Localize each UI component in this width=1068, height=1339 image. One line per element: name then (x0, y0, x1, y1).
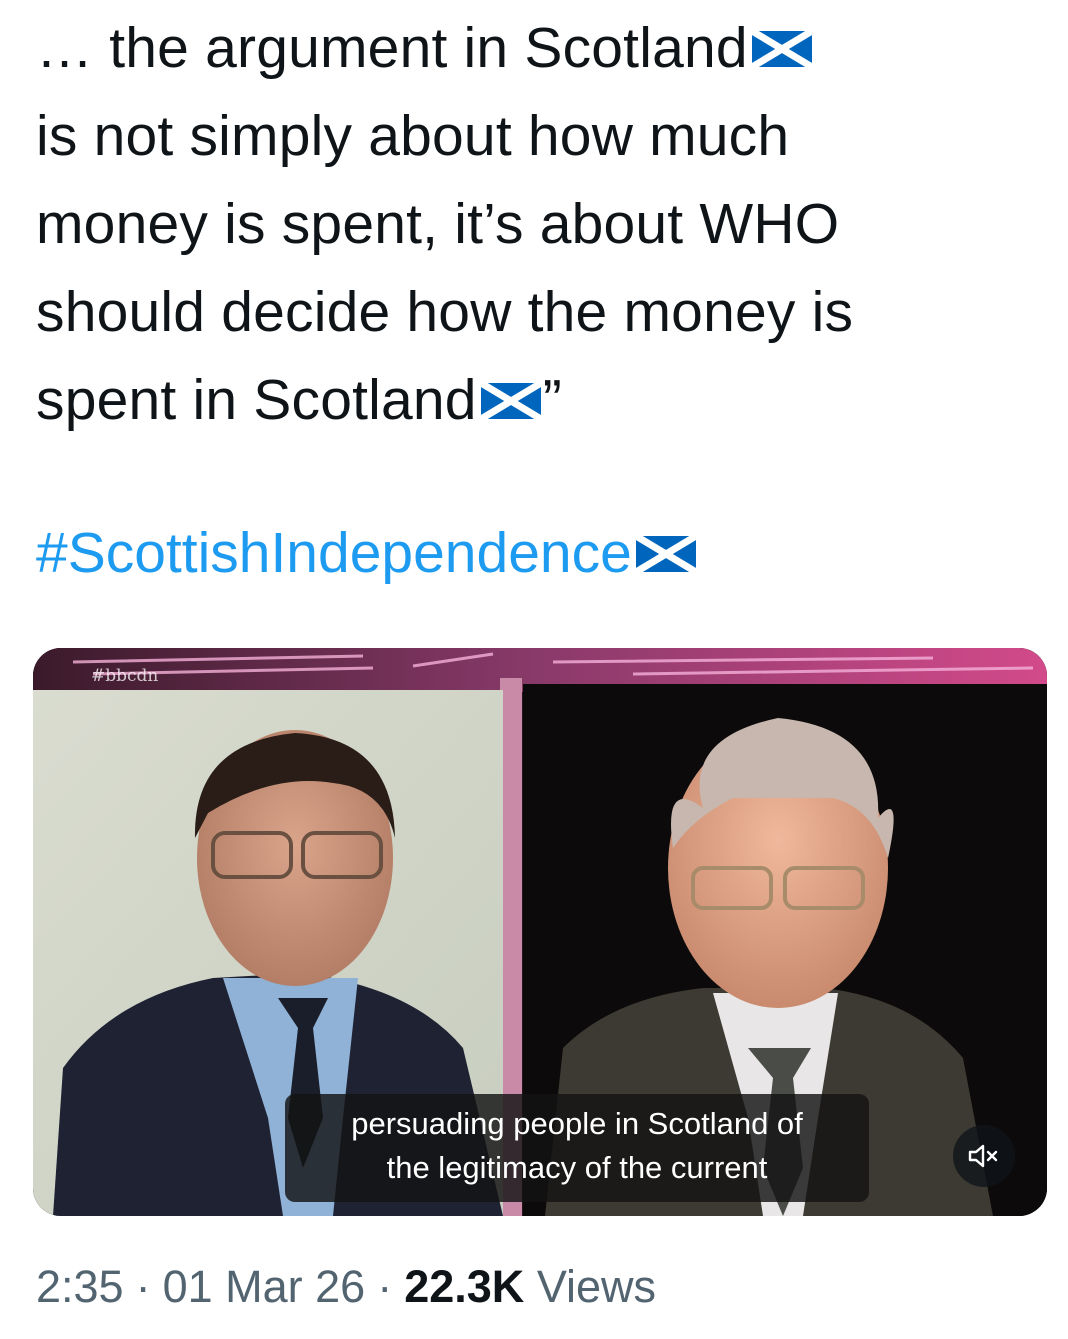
video-watermark: #bbcdn (91, 666, 159, 686)
tweet-meta: 2:35 · 01 Mar 26 · 22.3K Views (36, 1262, 656, 1312)
tweet-date[interactable]: 01 Mar 26 (163, 1261, 366, 1312)
mute-button[interactable] (953, 1125, 1015, 1187)
meta-separator: · (135, 1261, 151, 1312)
caption-line-2: the legitimacy of the current (386, 1150, 768, 1185)
caption-line-1: persuading people in Scotland of (351, 1106, 803, 1141)
tweet-line-2: is not simply about how much (36, 104, 790, 168)
tweet-line-5: spent in Scotland” (36, 368, 562, 432)
tweet-line-4: should decide how the money is (36, 280, 854, 344)
tweet-text: … the argument in Scotland is not simply… (36, 4, 1046, 444)
tweet-line-3: money is spent, it’s about WHO (36, 192, 840, 256)
views-label: Views (536, 1261, 657, 1312)
meta-separator: · (377, 1261, 393, 1312)
tweet-line-1: … the argument in Scotland (36, 4, 1046, 92)
video-player[interactable]: #bbcdn persuading people in Scotland of … (33, 648, 1047, 1216)
video-captions: persuading people in Scotland of the leg… (285, 1094, 869, 1202)
tweet-time[interactable]: 2:35 (36, 1261, 124, 1312)
hashtag-link[interactable]: #ScottishIndependence (36, 518, 698, 588)
tweet-page: … the argument in Scotland is not simply… (0, 0, 1068, 1339)
speaker-muted-icon (968, 1144, 998, 1168)
scotland-flag-icon (478, 379, 543, 423)
scotland-flag-icon (634, 532, 698, 576)
views-count[interactable]: 22.3K (404, 1261, 524, 1312)
scotland-flag-icon (749, 27, 814, 71)
